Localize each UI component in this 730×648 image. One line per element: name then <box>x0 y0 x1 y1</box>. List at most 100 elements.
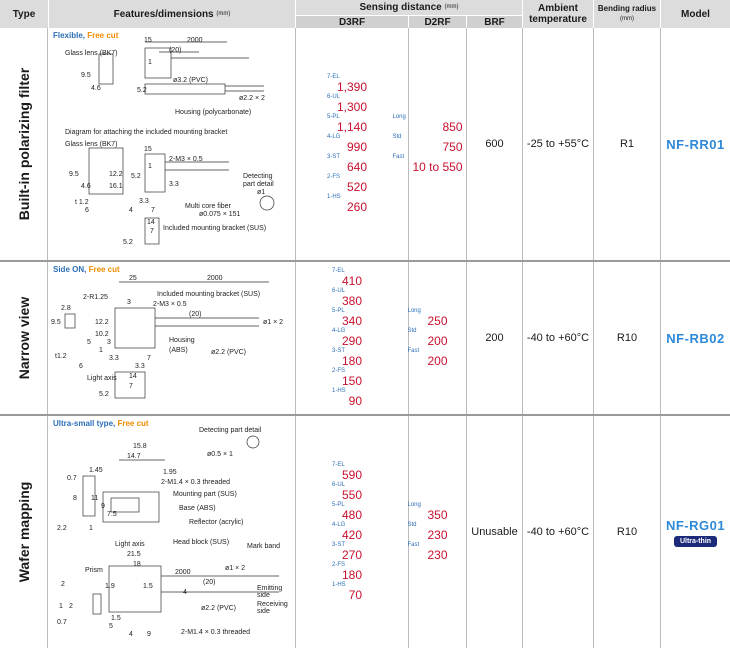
header-d3rf: D3RF <box>296 15 409 28</box>
dim-label: ø2.2 × 2 <box>239 95 265 102</box>
d3rf-cell: 7-EL 410 6-UL 380 5-PL 340 4-LG 290 3-ST 180 2-FS 1… <box>296 262 409 414</box>
distance-value: 200 <box>427 354 448 368</box>
d2rf-cell: Long 250 Std 200 Fast 200 <box>407 262 467 414</box>
dim-label: 1.5 <box>111 615 121 622</box>
dim-label: Detecting part detail <box>199 427 262 434</box>
distance-value: 270 <box>341 548 363 562</box>
dim-label: Included mounting bracket (SUS) <box>157 291 260 298</box>
dim-label: 3 <box>107 339 111 346</box>
d2rf-list: Long 250 Std 200 Fast 200 <box>407 308 448 368</box>
dim-label: 2-M1.4 × 0.3 threaded <box>181 629 250 636</box>
d3rf-list: 7-EL 1,390 6-UL 1,300 5-PL 1,140 4-LG 990 3-ST 64… <box>327 74 368 214</box>
distance-value: 150 <box>341 374 363 388</box>
dim-label: 1 <box>148 59 152 66</box>
dim-label: 2-M3 × 0.5 <box>169 156 203 163</box>
figure-cell: Ultra-small type, Free cut Detecting par… <box>49 416 296 648</box>
header-bending: Bending radius (mm) <box>594 0 661 28</box>
dim-label: 7 <box>129 383 133 390</box>
mode-label: Long <box>407 308 421 314</box>
distance-value: 480 <box>341 508 363 522</box>
dim-label: 3 <box>127 299 131 306</box>
dim-label: ø0.5 × 1 <box>207 451 233 458</box>
dim-label: 14.7 <box>127 453 141 460</box>
dim-label: 1.45 <box>89 467 103 474</box>
dim-label: ø3.2 (PVC) <box>173 77 208 84</box>
type-cell: Narrow view <box>0 262 48 414</box>
distance-value: 350 <box>427 508 448 522</box>
dim-label: ø2.2 (PVC) <box>211 349 246 356</box>
dim-label: 10.2 <box>95 331 109 338</box>
dim-label: t1.2 <box>55 353 67 360</box>
dim-label: 5.2 <box>123 239 133 246</box>
dim-label: 9 <box>147 631 151 638</box>
dim-label: 2-M1.4 × 0.3 threaded <box>161 479 230 486</box>
dim-label: 14 <box>147 219 155 226</box>
distance-value: 420 <box>341 528 363 542</box>
dimension-drawing-2: 25 2000 2-R1.25 3 2.8 Included mounting … <box>51 275 283 399</box>
mode-label: Long <box>407 502 421 508</box>
mode-label: Fast <box>392 154 405 160</box>
type-cell: Wafer mapping <box>0 416 48 648</box>
dim-label: 1.9 <box>105 583 115 590</box>
d3rf-cell: 7-EL 590 6-UL 550 5-PL 480 4-LG 420 3-ST 270 2-FS 1… <box>296 416 409 648</box>
dim-label: 1 <box>99 347 103 354</box>
dim-label: Mounting part (SUS) <box>173 491 237 498</box>
model-cell: NF-RB02 <box>661 262 730 414</box>
mode-label: 1-HS <box>326 194 341 200</box>
table-row: Narrow view Side ON, Free cut 25 2000 2-… <box>0 262 730 416</box>
dim-label: 21.5 <box>127 551 141 558</box>
d3rf-list: 7-EL 590 6-UL 550 5-PL 480 4-LG 420 3-ST 270 2-FS 1… <box>332 462 363 602</box>
dim-label: 4.6 <box>81 183 91 190</box>
dim-label: 3.3 <box>139 198 149 205</box>
mode-label: Fast <box>407 542 420 548</box>
dim-label: Receiving <box>257 601 288 608</box>
dim-label: Housing <box>169 337 195 344</box>
distance-value: 380 <box>341 294 363 308</box>
dim-label: 12.2 <box>109 171 123 178</box>
dim-label: 5 <box>109 623 113 630</box>
dim-label: 2.8 <box>61 305 71 312</box>
distance-value: 290 <box>341 334 363 348</box>
table-row: Built-in polarizing filter Flexible, Fre… <box>0 28 730 262</box>
dim-label: 4 <box>183 589 187 596</box>
dim-label: 3.3 <box>169 181 179 188</box>
d3rf-list: 7-EL 410 6-UL 380 5-PL 340 4-LG 290 3-ST 180 2-FS 1… <box>332 268 363 408</box>
brf-cell: Unusable <box>467 416 523 648</box>
dim-label: 2-M3 × 0.5 <box>153 301 187 308</box>
dim-label: Head block (SUS) <box>173 539 229 546</box>
dim-label: 15.8 <box>133 443 147 450</box>
distance-value: 520 <box>346 180 368 194</box>
header-ambient: Ambient temperature <box>523 0 594 28</box>
distance-value: 230 <box>427 548 448 562</box>
dim-label: 3.3 <box>135 363 145 370</box>
model-name: NF-RB02 <box>666 330 725 346</box>
distance-value: 260 <box>346 200 368 214</box>
header-features: Features/dimensions (mm) <box>49 0 296 28</box>
mode-label: Fast <box>407 348 420 354</box>
header-model: Model <box>661 0 730 28</box>
brf-cell: 600 <box>467 28 523 260</box>
distance-value: 70 <box>348 588 363 602</box>
header-sensing: Sensing distance (mm) <box>296 0 523 15</box>
dimension-drawing-1: Glass lens (BK7) 15 2000 (20) 1 ø3.2 (PV… <box>65 37 275 246</box>
dim-label: 25 <box>129 275 137 282</box>
dim-label: 1 <box>148 163 152 170</box>
dim-label: 1 <box>59 603 63 610</box>
dim-label: 2000 <box>187 37 203 44</box>
dim-label: 7 <box>151 207 155 214</box>
dim-label: 7 <box>150 228 154 235</box>
dim-label: 9.5 <box>51 319 61 326</box>
distance-value: 1,390 <box>336 80 368 94</box>
distance-value: 10 to 550 <box>412 160 463 174</box>
dimension-drawing-3: Detecting part detail ø0.5 × 1 15.8 14.7… <box>57 427 288 638</box>
dim-label: side <box>257 608 270 615</box>
dim-label: (ABS) <box>169 347 188 354</box>
dim-label: 4 <box>129 631 133 638</box>
dim-label: ø1 × 2 <box>225 565 245 572</box>
distance-value: 590 <box>341 468 363 482</box>
dim-label: side <box>257 592 270 599</box>
dim-label: 6 <box>85 207 89 214</box>
model-cell: NF-RG01 Ultra-thin <box>661 416 730 648</box>
ambient-cell: -25 to +55°C <box>523 28 594 260</box>
dim-label: 16.1 <box>109 183 123 190</box>
